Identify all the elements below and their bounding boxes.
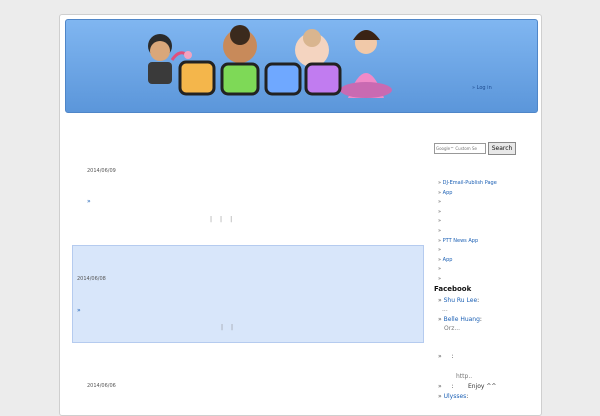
search-button[interactable]: Search (488, 142, 516, 155)
comment-colon: : (451, 383, 454, 390)
sidebar-link[interactable]: App (438, 256, 497, 266)
post-date: 2014/06/09 (87, 168, 116, 174)
page-container: Log in 2014/06/09 ||| 2014/06/08 || 2014… (59, 14, 542, 416)
highlighted-post: 2014/06/08 || (72, 245, 424, 343)
sidebar-link[interactable] (438, 208, 497, 218)
site-banner-logo[interactable] (142, 24, 398, 98)
sidebar-link[interactable] (438, 246, 497, 256)
sidebar-link[interactable] (438, 227, 497, 237)
post-pager: | | (221, 324, 234, 331)
comment-colon: : (479, 316, 482, 323)
sidebar-link[interactable] (438, 275, 497, 285)
site-header: Log in (65, 19, 538, 113)
comment-text: http.. (456, 373, 473, 380)
comment-item: » Ulysses: (438, 393, 468, 400)
comment-author-link[interactable]: Belle Huang (444, 316, 480, 323)
comment-author-link[interactable]: Shu Ru Lee (444, 297, 478, 304)
comment-item: » Belle Huang: (438, 316, 482, 323)
comment-bullet: » (438, 383, 444, 390)
comment-author-link[interactable]: Ulysses (444, 393, 467, 400)
sidebar-link[interactable]: DJ-Email-Publish Page (438, 179, 497, 189)
comment-item: » : (438, 353, 454, 360)
comment-colon: : (466, 393, 469, 400)
post-pager: | | | (210, 216, 233, 223)
sidebar-link[interactable] (438, 265, 497, 275)
read-more-link[interactable] (87, 198, 91, 205)
comment-item: » : (438, 383, 454, 390)
sidebar-link[interactable]: App (438, 189, 497, 199)
read-more-link[interactable] (77, 307, 81, 314)
comment-item: » Shu Ru Lee: (438, 297, 479, 304)
comment-colon: : (477, 297, 480, 304)
sidebar-link[interactable] (438, 198, 497, 208)
comment-bullet: » (438, 353, 444, 360)
search-input[interactable] (434, 143, 486, 154)
comment-text: Orz... (444, 325, 461, 332)
post-date: 2014/06/06 (87, 383, 116, 389)
comment-text: ... (442, 306, 448, 313)
sidebar-link[interactable] (438, 217, 497, 227)
comment-text: Enjoy ^^ (468, 383, 497, 390)
post-date: 2014/06/08 (77, 276, 106, 282)
facebook-section-title: Facebook (434, 285, 472, 293)
sidebar-link-list: DJ-Email-Publish Page App PTT News App A… (438, 179, 497, 285)
comment-colon: : (451, 353, 454, 360)
login-link[interactable]: Log in (472, 85, 492, 91)
sidebar-link[interactable]: PTT News App (438, 237, 497, 247)
